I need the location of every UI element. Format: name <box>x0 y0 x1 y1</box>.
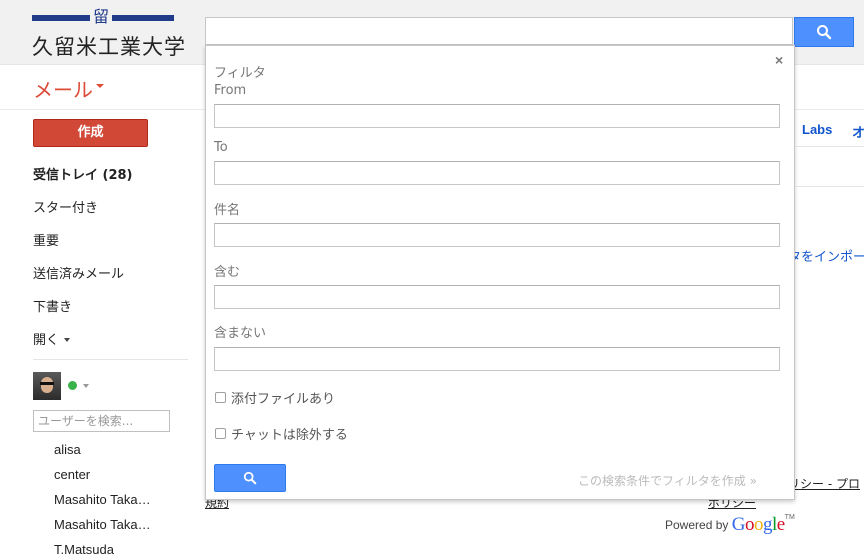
mail-search-input[interactable] <box>205 17 793 45</box>
trademark-mark: TM <box>784 514 795 521</box>
powered-by-label: Powered by <box>665 518 729 532</box>
google-logo: Google <box>731 514 785 535</box>
chevron-down-icon[interactable] <box>64 338 70 342</box>
filter-panel-title: フィルタ <box>214 66 266 81</box>
contact-item[interactable]: Masahito Taka… <box>54 517 151 532</box>
filter-search-button[interactable] <box>214 464 286 492</box>
mail-menu-label[interactable]: メール <box>33 74 93 103</box>
sidebar-item-important[interactable]: 重要 <box>33 230 59 249</box>
doesnt-have-label: 含まない <box>214 326 267 341</box>
has-attachment-checkbox[interactable] <box>215 392 226 403</box>
sidebar-item-sent[interactable]: 送信済みメール <box>33 263 124 282</box>
logo-stripe-left <box>32 15 90 21</box>
chevron-down-icon[interactable] <box>83 384 89 388</box>
to-label: To <box>214 140 228 155</box>
sidebar-item-more[interactable]: 開く <box>33 329 59 348</box>
create-filter-link[interactable]: この検索条件でフィルタを作成 » <box>578 472 757 489</box>
online-status-icon[interactable] <box>68 381 77 390</box>
exclude-chats-label[interactable]: チャットは除外する <box>231 424 348 443</box>
from-field[interactable] <box>214 104 780 128</box>
sidebar-item-inbox[interactable]: 受信トレイ (28) <box>33 164 133 183</box>
sidebar-item-drafts[interactable]: 下書き <box>33 296 72 315</box>
policy-link[interactable]: リシー - プロ <box>788 475 860 492</box>
contact-item[interactable]: center <box>54 467 90 482</box>
search-icon <box>243 471 257 485</box>
contact-item[interactable]: alisa <box>54 442 81 457</box>
has-words-field[interactable] <box>214 285 780 309</box>
chevron-down-icon[interactable] <box>96 84 104 88</box>
has-words-label: 含む <box>214 265 241 280</box>
logo-emblem: 留 <box>92 7 109 26</box>
has-attachment-label[interactable]: 添付ファイルあり <box>231 388 335 407</box>
subject-label: 件名 <box>214 203 241 218</box>
settings-tab-link[interactable]: オ <box>852 122 864 141</box>
sidebar-item-starred[interactable]: スター付き <box>33 197 98 216</box>
subject-field[interactable] <box>214 223 780 247</box>
close-icon[interactable]: × <box>775 52 783 68</box>
from-label: From <box>214 83 247 98</box>
contact-item[interactable]: Masahito Taka… <box>54 492 151 507</box>
contact-item[interactable]: T.Matsuda <box>54 542 114 557</box>
doesnt-have-field[interactable] <box>214 347 780 371</box>
import-link[interactable]: タをインポー <box>788 246 864 265</box>
to-field[interactable] <box>214 161 780 185</box>
compose-button[interactable]: 作成 <box>33 119 148 147</box>
exclude-chats-checkbox[interactable] <box>215 428 226 439</box>
search-icon <box>817 25 832 40</box>
university-logo[interactable]: 久留米工業大学 <box>32 31 186 61</box>
avatar[interactable] <box>33 372 61 400</box>
divider <box>796 186 864 187</box>
powered-by-google: Powered by GoogleTM <box>665 514 795 536</box>
user-search-input[interactable] <box>33 410 170 432</box>
search-button[interactable] <box>794 17 854 47</box>
divider <box>796 146 864 147</box>
labs-link[interactable]: Labs <box>802 122 832 137</box>
divider <box>33 359 188 360</box>
logo-stripe-right <box>112 15 174 21</box>
